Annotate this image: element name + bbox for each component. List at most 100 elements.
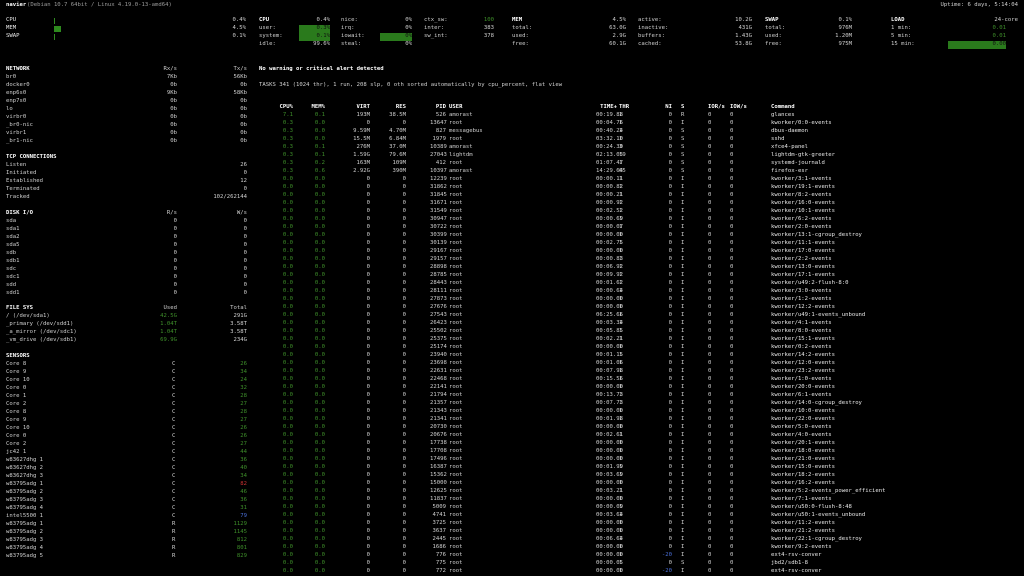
sensor-unit: C bbox=[172, 425, 176, 431]
process-cell: I bbox=[681, 384, 685, 390]
process-cell: I bbox=[681, 432, 685, 438]
process-header-mem: MEM% bbox=[311, 104, 325, 110]
process-cell: 0 bbox=[730, 480, 734, 486]
process-cell: I bbox=[681, 536, 685, 542]
fs-used: 1.04T bbox=[160, 329, 177, 335]
process-cell: 0 bbox=[668, 504, 672, 510]
process-cell: 0 bbox=[402, 432, 406, 438]
process-cell: 0 bbox=[730, 520, 734, 526]
process-cell: 1 bbox=[619, 536, 623, 542]
process-cell: 00:06.92 bbox=[596, 264, 623, 270]
process-cell: 0 bbox=[366, 400, 370, 406]
process-cell: 03:32.10 bbox=[596, 136, 623, 142]
process-cell: 01:07.47 bbox=[596, 160, 623, 166]
process-cell: 775 bbox=[435, 560, 446, 566]
process-cell: 0.3 bbox=[282, 128, 293, 134]
quicklook-label: CPU bbox=[6, 17, 17, 23]
process-cell: 0 bbox=[668, 152, 672, 158]
sensor-value: 34 bbox=[240, 473, 247, 479]
process-cell: dbus-daemon bbox=[771, 128, 809, 134]
mem-stat-value: 2.9G bbox=[612, 33, 626, 39]
process-cell: 0.0 bbox=[314, 280, 325, 286]
process-cell: 0 bbox=[708, 280, 712, 286]
process-cell: 1 bbox=[619, 120, 623, 126]
process-cell: 0.0 bbox=[314, 536, 325, 542]
process-cell: xfce4-panel bbox=[771, 144, 809, 150]
process-cell: 31862 bbox=[430, 184, 447, 190]
process-cell: 00:00.00 bbox=[596, 408, 623, 414]
process-cell: kworker/5:2-events_power_efficient bbox=[771, 488, 886, 494]
process-cell: 00:00.82 bbox=[596, 184, 623, 190]
process-cell: 0 bbox=[402, 512, 406, 518]
process-cell: S bbox=[681, 168, 685, 174]
process-cell: 0 bbox=[730, 320, 734, 326]
process-cell: 00:00.00 bbox=[596, 248, 623, 254]
fs-mount: _primary (/dev/sdd1) bbox=[6, 321, 74, 327]
process-cell: 00:01.62 bbox=[596, 280, 623, 286]
swap-stat-label: free: bbox=[765, 41, 782, 47]
process-cell: root bbox=[449, 160, 463, 166]
process-cell: 0 bbox=[402, 384, 406, 390]
fs-mount: / (/dev/sda1) bbox=[6, 313, 50, 319]
network-iface: virbr0 bbox=[6, 114, 27, 120]
process-cell: 0 bbox=[708, 488, 712, 494]
process-cell: 0 bbox=[708, 560, 712, 566]
network-tx: 0b bbox=[240, 114, 247, 120]
process-cell: 0 bbox=[366, 456, 370, 462]
process-cell: 0 bbox=[708, 368, 712, 374]
process-cell: root bbox=[449, 328, 463, 334]
process-cell: 0 bbox=[708, 384, 712, 390]
process-cell: 0 bbox=[366, 328, 370, 334]
cpu-stat-value: 383 bbox=[483, 25, 494, 31]
disk-write: 0 bbox=[243, 226, 247, 232]
process-cell: 0.0 bbox=[314, 200, 325, 206]
process-cell: 0 bbox=[402, 248, 406, 254]
process-cell: root bbox=[449, 184, 463, 190]
process-cell: 0 bbox=[402, 456, 406, 462]
process-cell: root bbox=[449, 520, 463, 526]
process-cell: 0 bbox=[730, 224, 734, 230]
process-cell: I bbox=[681, 248, 685, 254]
process-cell: 0.0 bbox=[282, 368, 293, 374]
process-cell: 21341 bbox=[430, 416, 447, 422]
process-cell: 3725 bbox=[432, 520, 446, 526]
process-cell: root bbox=[449, 232, 463, 238]
process-cell: 0 bbox=[730, 280, 734, 286]
process-cell: kworker/16:2-events bbox=[771, 480, 835, 486]
quicklook-pct: 0.4% bbox=[232, 17, 246, 23]
process-cell: 0 bbox=[730, 328, 734, 334]
process-cell: 1 bbox=[619, 320, 623, 326]
process-cell: 0 bbox=[730, 456, 734, 462]
process-cell: 0.0 bbox=[282, 480, 293, 486]
process-cell: 0 bbox=[708, 472, 712, 478]
process-cell: 0.0 bbox=[314, 384, 325, 390]
sensor-value: 1129 bbox=[233, 521, 247, 527]
process-cell: kworker/u49:2-flush-8:0 bbox=[771, 280, 849, 286]
process-cell: 0.6 bbox=[314, 168, 325, 174]
process-cell: 21357 bbox=[430, 400, 447, 406]
process-cell: 0.0 bbox=[314, 448, 325, 454]
tcp-value: 102/262144 bbox=[213, 194, 247, 200]
sensor-value: 829 bbox=[236, 553, 247, 559]
process-cell: 0.0 bbox=[282, 456, 293, 462]
load-value: 0.00 bbox=[948, 41, 1006, 49]
process-cell: root bbox=[449, 208, 463, 214]
process-cell: kworker/15:1-events bbox=[771, 336, 835, 342]
process-cell: I bbox=[681, 472, 685, 478]
process-cell: 0 bbox=[402, 320, 406, 326]
process-cell: kworker/6:2-events bbox=[771, 216, 832, 222]
process-cell: 0 bbox=[730, 408, 734, 414]
process-cell: 2445 bbox=[432, 536, 446, 542]
process-cell: 0 bbox=[730, 240, 734, 246]
process-cell: S bbox=[681, 144, 685, 150]
process-cell: I bbox=[681, 256, 685, 262]
fs-mount: _vm_drive (/dev/sdb1) bbox=[6, 337, 77, 343]
process-cell: 0 bbox=[668, 512, 672, 518]
process-cell: root bbox=[449, 456, 463, 462]
process-cell: 0 bbox=[668, 368, 672, 374]
process-cell: 1 bbox=[619, 360, 623, 366]
process-cell: 0 bbox=[402, 208, 406, 214]
process-cell: 1 bbox=[619, 232, 623, 238]
process-cell: 23940 bbox=[430, 352, 447, 358]
quicklook-label: MEM bbox=[6, 25, 17, 31]
